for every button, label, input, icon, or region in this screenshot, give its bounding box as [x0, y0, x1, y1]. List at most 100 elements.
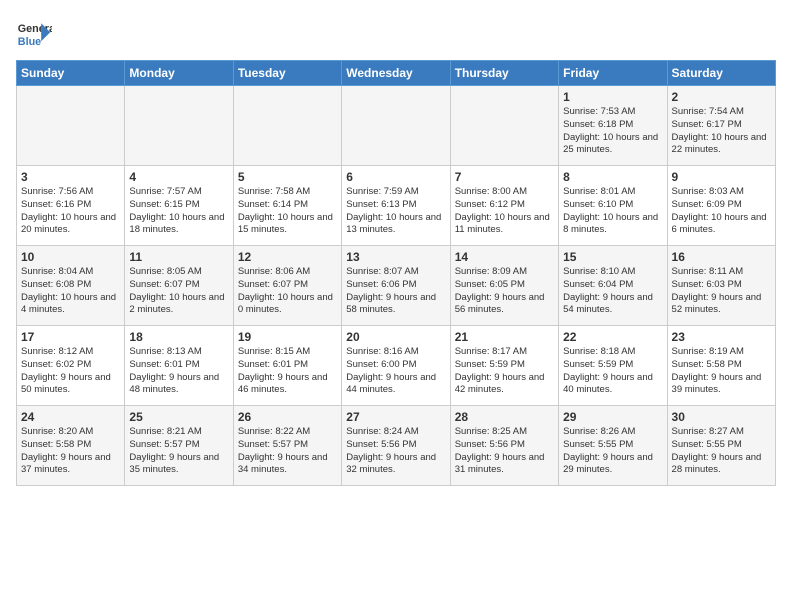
day-info: Sunrise: 8:10 AM Sunset: 6:04 PM Dayligh… [563, 266, 662, 317]
calendar-cell: 5 Sunrise: 7:58 AM Sunset: 6:14 PM Daylig… [233, 166, 341, 246]
day-info: Sunrise: 8:11 AM Sunset: 6:03 PM Dayligh… [672, 266, 771, 317]
day-info: Sunrise: 8:05 AM Sunset: 6:07 PM Dayligh… [129, 266, 228, 317]
day-info: Sunrise: 8:16 AM Sunset: 6:00 PM Dayligh… [346, 346, 445, 397]
calendar-cell: 4 Sunrise: 7:57 AM Sunset: 6:15 PM Daylig… [125, 166, 233, 246]
day-number: 16 [672, 250, 771, 264]
calendar-cell [125, 86, 233, 166]
day-number: 28 [455, 410, 554, 424]
day-number: 13 [346, 250, 445, 264]
day-number: 11 [129, 250, 228, 264]
calendar-cell: 16 Sunrise: 8:11 AM Sunset: 6:03 PM Dayli… [667, 246, 775, 326]
day-info: Sunrise: 8:12 AM Sunset: 6:02 PM Dayligh… [21, 346, 120, 397]
day-number: 9 [672, 170, 771, 184]
calendar-cell: 19 Sunrise: 8:15 AM Sunset: 6:01 PM Dayli… [233, 326, 341, 406]
day-info: Sunrise: 8:18 AM Sunset: 5:59 PM Dayligh… [563, 346, 662, 397]
day-number: 2 [672, 90, 771, 104]
calendar-cell: 21 Sunrise: 8:17 AM Sunset: 5:59 PM Dayli… [450, 326, 558, 406]
week-row-4: 17Sunrise: 8:12 AM Sunset: 6:02 PM Dayli… [17, 326, 776, 406]
day-number: 25 [129, 410, 228, 424]
day-info: Sunrise: 8:21 AM Sunset: 5:57 PM Dayligh… [129, 426, 228, 477]
calendar-cell: 17Sunrise: 8:12 AM Sunset: 6:02 PM Dayli… [17, 326, 125, 406]
day-info: Sunrise: 7:58 AM Sunset: 6:14 PM Dayligh… [238, 186, 337, 237]
calendar-cell: 23 Sunrise: 8:19 AM Sunset: 5:58 PM Dayli… [667, 326, 775, 406]
day-number: 30 [672, 410, 771, 424]
week-row-2: 3 Sunrise: 7:56 AM Sunset: 6:16 PM Daylig… [17, 166, 776, 246]
svg-text:Blue: Blue [18, 36, 41, 48]
calendar-cell: 2 Sunrise: 7:54 AM Sunset: 6:17 PM Daylig… [667, 86, 775, 166]
day-number: 14 [455, 250, 554, 264]
day-info: Sunrise: 8:27 AM Sunset: 5:55 PM Dayligh… [672, 426, 771, 477]
day-info: Sunrise: 8:03 AM Sunset: 6:09 PM Dayligh… [672, 186, 771, 237]
day-header-tuesday: Tuesday [233, 61, 341, 86]
calendar-cell: 27Sunrise: 8:24 AM Sunset: 5:56 PM Dayli… [342, 406, 450, 486]
calendar-cell: 26 Sunrise: 8:22 AM Sunset: 5:57 PM Dayli… [233, 406, 341, 486]
week-row-3: 10Sunrise: 8:04 AM Sunset: 6:08 PM Dayli… [17, 246, 776, 326]
calendar-cell: 6Sunrise: 7:59 AM Sunset: 6:13 PM Daylig… [342, 166, 450, 246]
calendar-header-row: SundayMondayTuesdayWednesdayThursdayFrid… [17, 61, 776, 86]
page-header: General Blue [16, 16, 776, 52]
day-info: Sunrise: 7:56 AM Sunset: 6:16 PM Dayligh… [21, 186, 120, 237]
calendar-cell [17, 86, 125, 166]
day-number: 19 [238, 330, 337, 344]
day-number: 7 [455, 170, 554, 184]
day-number: 21 [455, 330, 554, 344]
logo-icon: General Blue [16, 16, 52, 52]
day-info: Sunrise: 8:20 AM Sunset: 5:58 PM Dayligh… [21, 426, 120, 477]
calendar-cell: 1Sunrise: 7:53 AM Sunset: 6:18 PM Daylig… [559, 86, 667, 166]
calendar-cell: 30 Sunrise: 8:27 AM Sunset: 5:55 PM Dayli… [667, 406, 775, 486]
calendar-cell: 9 Sunrise: 8:03 AM Sunset: 6:09 PM Daylig… [667, 166, 775, 246]
calendar-body: 1Sunrise: 7:53 AM Sunset: 6:18 PM Daylig… [17, 86, 776, 486]
calendar-cell: 28Sunrise: 8:25 AM Sunset: 5:56 PM Dayli… [450, 406, 558, 486]
day-info: Sunrise: 8:13 AM Sunset: 6:01 PM Dayligh… [129, 346, 228, 397]
day-info: Sunrise: 8:09 AM Sunset: 6:05 PM Dayligh… [455, 266, 554, 317]
day-info: Sunrise: 8:17 AM Sunset: 5:59 PM Dayligh… [455, 346, 554, 397]
day-info: Sunrise: 7:53 AM Sunset: 6:18 PM Dayligh… [563, 106, 662, 157]
week-row-1: 1Sunrise: 7:53 AM Sunset: 6:18 PM Daylig… [17, 86, 776, 166]
calendar-cell: 24 Sunrise: 8:20 AM Sunset: 5:58 PM Dayli… [17, 406, 125, 486]
day-number: 23 [672, 330, 771, 344]
day-header-thursday: Thursday [450, 61, 558, 86]
day-number: 12 [238, 250, 337, 264]
day-header-saturday: Saturday [667, 61, 775, 86]
day-number: 26 [238, 410, 337, 424]
day-info: Sunrise: 7:57 AM Sunset: 6:15 PM Dayligh… [129, 186, 228, 237]
day-info: Sunrise: 8:07 AM Sunset: 6:06 PM Dayligh… [346, 266, 445, 317]
calendar-cell: 18 Sunrise: 8:13 AM Sunset: 6:01 PM Dayli… [125, 326, 233, 406]
logo: General Blue [16, 16, 52, 52]
calendar-cell [342, 86, 450, 166]
day-info: Sunrise: 8:26 AM Sunset: 5:55 PM Dayligh… [563, 426, 662, 477]
calendar-cell: 7 Sunrise: 8:00 AM Sunset: 6:12 PM Daylig… [450, 166, 558, 246]
calendar-cell: 20 Sunrise: 8:16 AM Sunset: 6:00 PM Dayli… [342, 326, 450, 406]
day-info: Sunrise: 8:15 AM Sunset: 6:01 PM Dayligh… [238, 346, 337, 397]
day-header-friday: Friday [559, 61, 667, 86]
day-number: 4 [129, 170, 228, 184]
day-number: 24 [21, 410, 120, 424]
day-info: Sunrise: 8:19 AM Sunset: 5:58 PM Dayligh… [672, 346, 771, 397]
day-info: Sunrise: 8:01 AM Sunset: 6:10 PM Dayligh… [563, 186, 662, 237]
day-number: 3 [21, 170, 120, 184]
day-info: Sunrise: 7:54 AM Sunset: 6:17 PM Dayligh… [672, 106, 771, 157]
day-number: 18 [129, 330, 228, 344]
day-header-monday: Monday [125, 61, 233, 86]
calendar-cell: 14 Sunrise: 8:09 AM Sunset: 6:05 PM Dayli… [450, 246, 558, 326]
calendar-cell [450, 86, 558, 166]
day-number: 6 [346, 170, 445, 184]
calendar-cell: 15Sunrise: 8:10 AM Sunset: 6:04 PM Dayli… [559, 246, 667, 326]
calendar-cell: 22Sunrise: 8:18 AM Sunset: 5:59 PM Dayli… [559, 326, 667, 406]
calendar-cell [233, 86, 341, 166]
day-info: Sunrise: 8:00 AM Sunset: 6:12 PM Dayligh… [455, 186, 554, 237]
calendar-cell: 11 Sunrise: 8:05 AM Sunset: 6:07 PM Dayli… [125, 246, 233, 326]
calendar-cell: 25 Sunrise: 8:21 AM Sunset: 5:57 PM Dayli… [125, 406, 233, 486]
day-number: 20 [346, 330, 445, 344]
calendar-cell: 8Sunrise: 8:01 AM Sunset: 6:10 PM Daylig… [559, 166, 667, 246]
week-row-5: 24 Sunrise: 8:20 AM Sunset: 5:58 PM Dayli… [17, 406, 776, 486]
day-number: 29 [563, 410, 662, 424]
day-number: 5 [238, 170, 337, 184]
day-info: Sunrise: 8:22 AM Sunset: 5:57 PM Dayligh… [238, 426, 337, 477]
calendar-cell: 12Sunrise: 8:06 AM Sunset: 6:07 PM Dayli… [233, 246, 341, 326]
calendar-cell: 10Sunrise: 8:04 AM Sunset: 6:08 PM Dayli… [17, 246, 125, 326]
calendar-cell: 29 Sunrise: 8:26 AM Sunset: 5:55 PM Dayli… [559, 406, 667, 486]
calendar-cell: 13 Sunrise: 8:07 AM Sunset: 6:06 PM Dayli… [342, 246, 450, 326]
day-number: 27 [346, 410, 445, 424]
calendar-cell: 3 Sunrise: 7:56 AM Sunset: 6:16 PM Daylig… [17, 166, 125, 246]
